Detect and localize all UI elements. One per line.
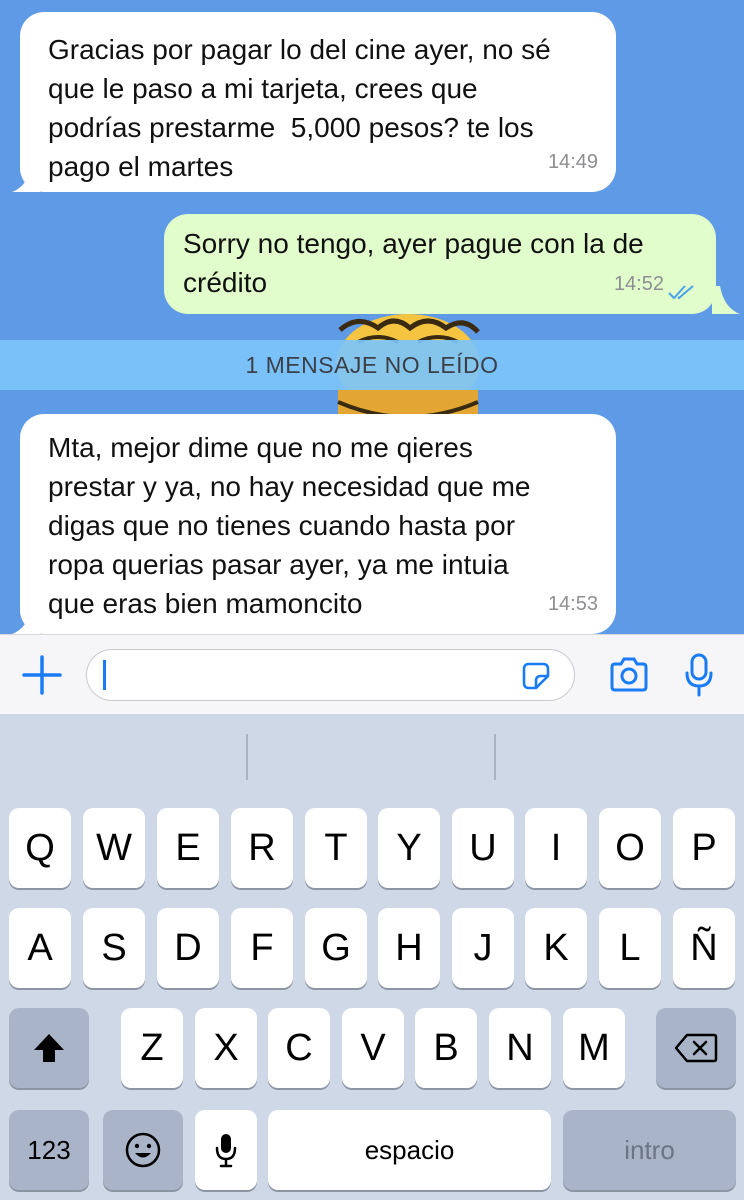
dictation-key[interactable] xyxy=(195,1110,257,1190)
key-d[interactable]: D xyxy=(157,908,219,988)
message-text: Mta, mejor dime que no me qieres prestar… xyxy=(48,432,531,619)
key-p[interactable]: P xyxy=(673,808,735,888)
key-a[interactable]: A xyxy=(9,908,71,988)
message-input[interactable] xyxy=(86,649,575,701)
text-caret xyxy=(103,660,106,690)
key-g[interactable]: G xyxy=(305,908,367,988)
key-y[interactable]: Y xyxy=(378,808,440,888)
emoji-icon xyxy=(125,1132,161,1168)
message-input-bar xyxy=(0,634,744,715)
key-enye[interactable]: Ñ xyxy=(673,908,735,988)
microphone-icon[interactable] xyxy=(684,653,714,697)
unread-messages-banner: 1 MENSAJE NO LEÍDO xyxy=(0,340,744,390)
key-f[interactable]: F xyxy=(231,908,293,988)
emoji-key[interactable] xyxy=(103,1110,183,1190)
camera-icon[interactable] xyxy=(608,657,650,693)
key-z[interactable]: Z xyxy=(121,1008,183,1088)
message-timestamp: 14:53 xyxy=(547,593,598,615)
key-o[interactable]: O xyxy=(599,808,661,888)
shift-key[interactable] xyxy=(9,1008,89,1088)
message-bubble-outgoing[interactable]: Sorry no tengo, ayer pague con la de cré… xyxy=(164,214,716,314)
double-check-read-icon xyxy=(668,285,694,300)
message-text: Gracias por pagar lo del cine ayer, no s… xyxy=(48,34,551,182)
key-i[interactable]: I xyxy=(525,808,587,888)
plus-icon[interactable] xyxy=(22,655,62,695)
numbers-key[interactable]: 123 xyxy=(9,1110,89,1190)
key-j[interactable]: J xyxy=(452,908,514,988)
message-bubble-incoming[interactable]: Mta, mejor dime que no me qieres prestar… xyxy=(20,414,616,634)
keyboard: Q W E R T Y U I O P A S D F G H J K L Ñ … xyxy=(0,714,744,1200)
key-m[interactable]: M xyxy=(563,1008,625,1088)
shift-arrow-icon xyxy=(34,1034,64,1062)
key-t[interactable]: T xyxy=(305,808,367,888)
backspace-key[interactable] xyxy=(656,1008,736,1088)
key-h[interactable]: H xyxy=(378,908,440,988)
key-n[interactable]: N xyxy=(489,1008,551,1088)
key-x[interactable]: X xyxy=(195,1008,257,1088)
key-r[interactable]: R xyxy=(231,808,293,888)
suggestion-divider xyxy=(246,734,248,780)
suggestion-divider xyxy=(494,734,496,780)
key-c[interactable]: C xyxy=(268,1008,330,1088)
chat-area[interactable]: Gracias por pagar lo del cine ayer, no s… xyxy=(0,0,744,634)
message-timestamp: 14:52 xyxy=(613,273,664,295)
key-q[interactable]: Q xyxy=(9,808,71,888)
key-k[interactable]: K xyxy=(525,908,587,988)
key-l[interactable]: L xyxy=(599,908,661,988)
key-s[interactable]: S xyxy=(83,908,145,988)
key-u[interactable]: U xyxy=(452,808,514,888)
key-e[interactable]: E xyxy=(157,808,219,888)
message-bubble-incoming[interactable]: Gracias por pagar lo del cine ayer, no s… xyxy=(20,12,616,192)
bubble-tail-icon xyxy=(712,286,740,314)
key-v[interactable]: V xyxy=(342,1008,404,1088)
microphone-icon xyxy=(215,1134,237,1168)
space-key[interactable]: espacio xyxy=(268,1110,551,1190)
message-timestamp: 14:49 xyxy=(547,151,598,173)
return-key[interactable]: intro xyxy=(563,1110,736,1190)
key-b[interactable]: B xyxy=(415,1008,477,1088)
backspace-icon xyxy=(674,1033,718,1063)
key-w[interactable]: W xyxy=(83,808,145,888)
sticker-icon[interactable] xyxy=(522,662,550,690)
